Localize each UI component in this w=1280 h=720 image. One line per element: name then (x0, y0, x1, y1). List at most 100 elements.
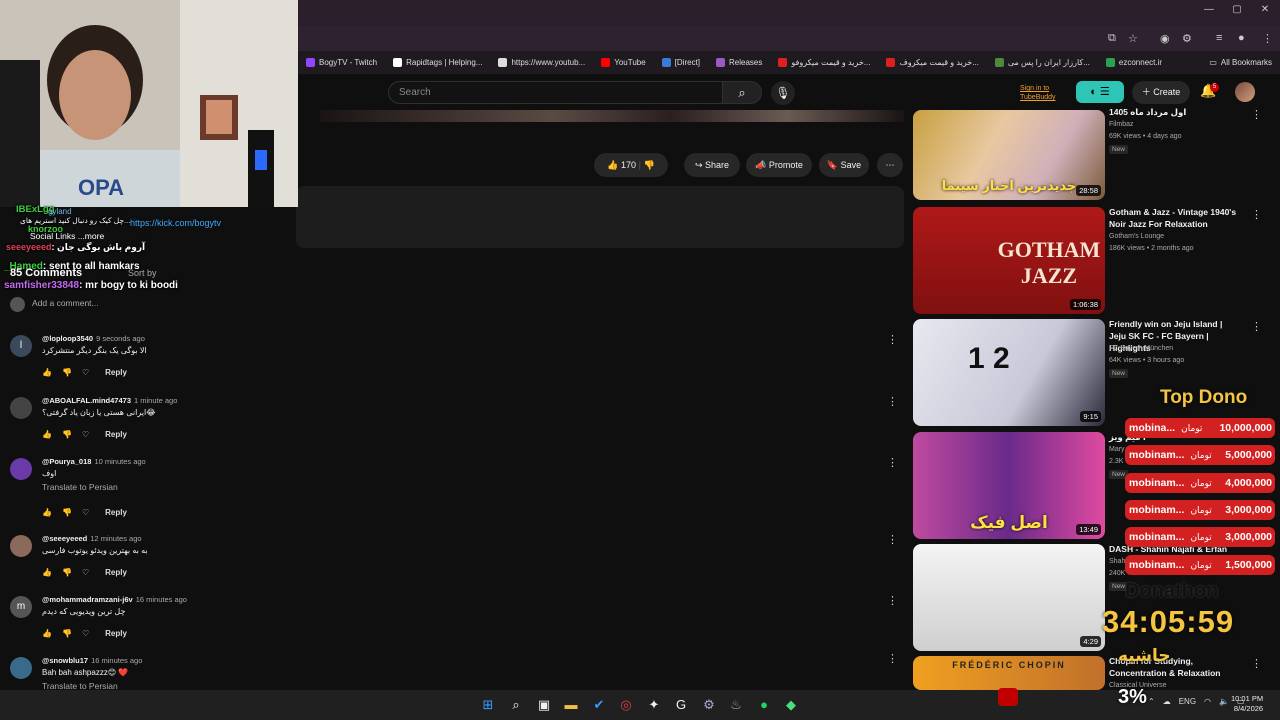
comment-avatar[interactable]: m (10, 596, 32, 618)
puzzle-icon[interactable]: ⚙ (1182, 32, 1192, 45)
folder-icon[interactable]: ▬ (562, 696, 580, 714)
clock[interactable]: 10:01 PM 8/4/2026 (1231, 694, 1263, 714)
bookmark-item[interactable]: YouTube (593, 51, 653, 74)
vpn-icon[interactable]: ✔ (590, 696, 608, 714)
app-icon[interactable]: ✦ (645, 696, 663, 714)
close-window-button[interactable]: ✕ (1250, 4, 1280, 20)
channel-name[interactable]: FC Bayern München (1109, 345, 1173, 352)
comment-avatar[interactable] (10, 657, 32, 679)
comment-time[interactable]: 16 minutes ago (136, 595, 187, 604)
add-comment-input[interactable]: Add a comment... (32, 298, 99, 308)
comment-author[interactable]: @snowblu17 16 minutes ago (42, 656, 142, 665)
bookmark-item[interactable]: Releases (708, 51, 770, 74)
reply-button[interactable]: Reply (105, 629, 127, 638)
thumbs-up-icon[interactable]: 👍 (42, 629, 52, 638)
description-box[interactable] (296, 186, 904, 248)
video-menu-icon[interactable]: ⋮ (1251, 208, 1262, 221)
heart-icon[interactable]: ♡ (82, 508, 89, 517)
thumbs-up-icon[interactable]: 👍 (42, 568, 52, 577)
thumbs-down-icon[interactable]: 👎 (62, 430, 72, 439)
bookmark-item[interactable]: Rapidtags | Helping... (385, 51, 490, 74)
cloud-icon[interactable]: ☁ (1163, 697, 1171, 706)
save-button[interactable]: 🔖 Save (819, 153, 869, 177)
account-avatar[interactable] (1235, 82, 1255, 102)
comment-avatar[interactable] (10, 397, 32, 419)
comment-menu-icon[interactable]: ⋮ (887, 533, 898, 546)
share-button[interactable]: ↪ Share (684, 153, 740, 177)
video-thumbnail[interactable]: 4:29 (913, 544, 1105, 651)
bookmark-item[interactable]: خرید و قیمت میکروف... (878, 51, 986, 74)
channel-name[interactable]: Filmbaz (1109, 121, 1134, 128)
reply-button[interactable]: Reply (105, 568, 127, 577)
star-bookmark-icon[interactable]: ☆ (1128, 32, 1138, 45)
thumbs-up-icon[interactable]: 👍 (42, 368, 52, 377)
thumbs-up-icon[interactable]: 👍 (42, 508, 52, 517)
heart-icon[interactable]: ♡ (82, 629, 89, 638)
comment-time[interactable]: 12 minutes ago (90, 534, 141, 543)
comment-time[interactable]: 16 minutes ago (91, 656, 142, 665)
description-link[interactable]: https://kick.com/bogytv (130, 218, 221, 228)
like-button[interactable]: 👍 170 | 👎 (594, 153, 668, 177)
video-menu-icon[interactable]: ⋮ (1251, 108, 1262, 121)
spotify-icon[interactable]: ● (755, 696, 773, 714)
comment-username[interactable]: @loploop3540 (42, 334, 93, 343)
create-button[interactable]: ＋ Create (1132, 81, 1190, 104)
language-indicator[interactable]: ENG (1179, 697, 1196, 706)
comment-author[interactable]: @Pourya_018 10 minutes ago (42, 457, 146, 466)
comment-menu-icon[interactable]: ⋮ (887, 456, 898, 469)
bookmark-item[interactable]: https://www.youtub... (490, 51, 593, 74)
install-icon[interactable]: ⧉ (1108, 32, 1116, 45)
g-app-icon[interactable]: G (672, 696, 690, 714)
menu-icon[interactable]: ⋮ (1262, 32, 1273, 45)
thumbs-up-icon[interactable]: 👍 (42, 430, 52, 439)
tubebuddy-menu-button[interactable]: ◐ ☰ (1076, 81, 1124, 103)
comment-author[interactable]: @mohammadramzani-j6v 16 minutes ago (42, 595, 187, 604)
comment-time[interactable]: 1 minute ago (134, 396, 177, 405)
mic-icon[interactable]: 🎙 (771, 81, 795, 105)
search-icon[interactable]: ⌕ (507, 696, 525, 714)
comment-username[interactable]: @ABOALFAL.mind47473 (42, 396, 131, 405)
comment-menu-icon[interactable]: ⋮ (887, 652, 898, 665)
bookmark-item[interactable]: [Direct] (654, 51, 708, 74)
chevron-up-icon[interactable]: ⌃ (1148, 697, 1155, 706)
comment-time[interactable]: 9 seconds ago (96, 334, 145, 343)
video-thumbnail[interactable]: FRÉDÉRIC CHOPIN (913, 656, 1105, 690)
search-input[interactable]: Search (388, 81, 723, 104)
comment-username[interactable]: @seeeyeeed (42, 534, 87, 543)
steam-icon[interactable]: ♨ (727, 696, 745, 714)
bookmark-item[interactable]: خرید و قیمت میکروفو... (770, 51, 878, 74)
comment-menu-icon[interactable]: ⋮ (887, 594, 898, 607)
minimize-button[interactable]: — (1194, 4, 1224, 20)
thumbs-down-icon[interactable]: 👎 (62, 368, 72, 377)
video-menu-icon[interactable]: ⋮ (1251, 320, 1262, 333)
video-menu-icon[interactable]: ⋮ (1251, 657, 1262, 670)
chrome-icon[interactable]: ◎ (617, 696, 635, 714)
translate-link[interactable]: Translate to Persian (42, 482, 118, 492)
settings-icon[interactable]: ⚙ (700, 696, 718, 714)
thumbs-down-icon[interactable]: 👎 (62, 568, 72, 577)
thumbs-down-icon[interactable]: 👎 (62, 508, 72, 517)
search-button[interactable]: ⌕ (722, 81, 762, 104)
comment-username[interactable]: @mohammadramzani-j6v (42, 595, 133, 604)
task-view-icon[interactable]: ▣ (535, 696, 553, 714)
comment-author[interactable]: @loploop3540 9 seconds ago (42, 334, 145, 343)
heart-icon[interactable]: ♡ (82, 430, 89, 439)
tubebuddy-signin-link[interactable]: Sign in to TubeBuddy (1020, 84, 1056, 102)
volume-icon[interactable]: 🔈 (1219, 697, 1229, 706)
comment-menu-icon[interactable]: ⋮ (887, 395, 898, 408)
tab-search-icon[interactable]: ≡ (1216, 32, 1222, 44)
sort-by-button[interactable]: Sort by (128, 268, 157, 278)
wifi-icon[interactable]: ◠ (1204, 697, 1211, 706)
video-title[interactable]: 1405 اول مرداد ماه (1109, 106, 1241, 118)
comment-username[interactable]: @Pourya_018 (42, 457, 91, 466)
comment-avatar[interactable] (10, 535, 32, 557)
video-title[interactable]: Gotham & Jazz - Vintage 1940's Noir Jazz… (1109, 206, 1241, 230)
reply-button[interactable]: Reply (105, 368, 127, 377)
comment-author[interactable]: @ABOALFAL.mind47473 1 minute ago (42, 396, 177, 405)
thumbs-down-icon[interactable]: 👎 (62, 629, 72, 638)
windows-start-icon[interactable]: ⊞ (479, 696, 497, 714)
bookmark-item[interactable]: ezconnect.ir (1098, 51, 1170, 74)
all-bookmarks-button[interactable]: ▭ All Bookmarks (1201, 51, 1280, 74)
bookmark-item[interactable]: کارزار ایران را پس می... (987, 51, 1098, 74)
profile-icon[interactable]: ● (1238, 32, 1245, 44)
